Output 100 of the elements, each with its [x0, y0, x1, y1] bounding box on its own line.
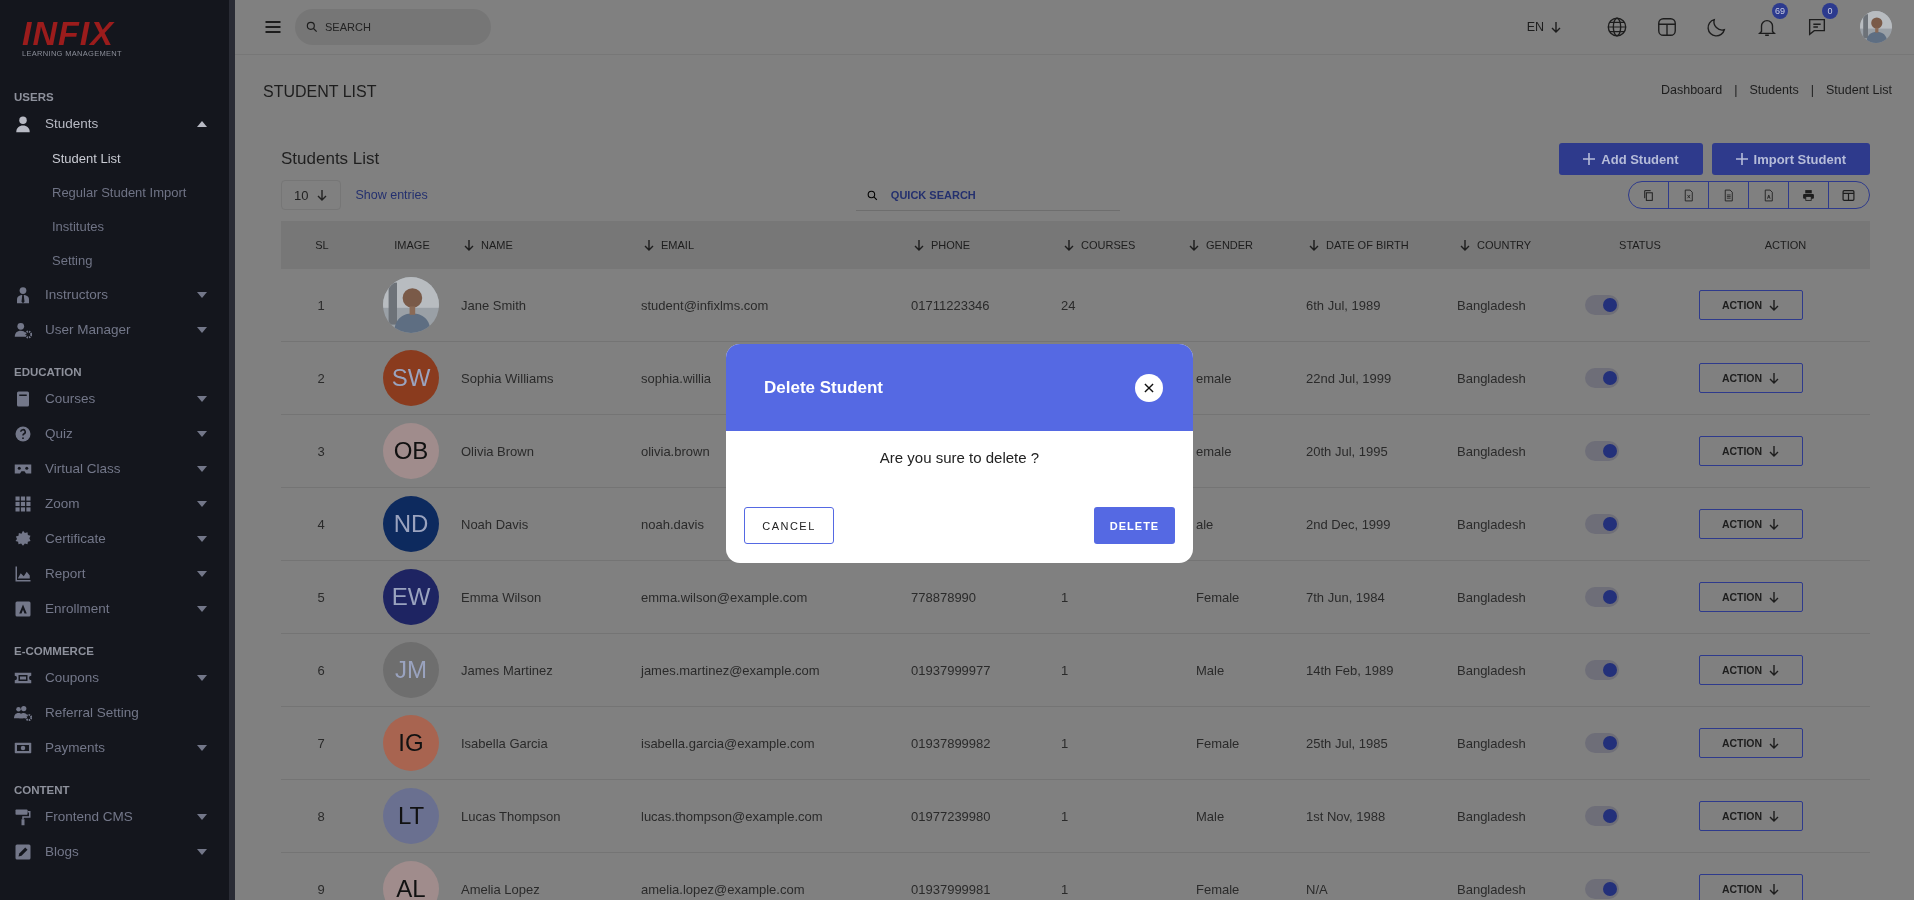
page-title: STUDENT LIST: [263, 83, 377, 101]
sidebar-item[interactable]: Referral Setting: [0, 695, 229, 730]
seal-icon: [14, 529, 32, 548]
caret-icon: [197, 465, 207, 472]
table-cell: Sophia Williams: [461, 370, 554, 386]
breadcrumb-link[interactable]: Dashboard: [1661, 83, 1723, 97]
table-cell: emale: [1196, 443, 1232, 459]
quick-search-field[interactable]: QUICK SEARCH: [855, 179, 1120, 211]
action-button[interactable]: ACTION: [1699, 582, 1803, 612]
column-header[interactable]: NAME: [461, 239, 641, 251]
delete-button[interactable]: DELETE: [1094, 507, 1175, 544]
copy-icon: [1642, 188, 1655, 202]
column-header[interactable]: GENDER: [1186, 239, 1306, 251]
table-cell: 01977239980: [911, 808, 991, 824]
entries-select[interactable]: 10: [281, 180, 342, 210]
table-cell: olivia.brown: [641, 443, 710, 459]
column-header[interactable]: PHONE: [911, 239, 1061, 251]
plus-icon: [1735, 153, 1748, 165]
arrow-down-icon: [1550, 21, 1562, 33]
table-cell: emale: [1196, 370, 1232, 386]
status-toggle[interactable]: [1585, 368, 1619, 388]
document-icon: [1722, 188, 1735, 202]
sort-arrow-icon: [643, 239, 655, 251]
sidebar-item[interactable]: Frontend CMS: [0, 799, 229, 834]
initials-avatar: EW: [383, 569, 439, 625]
sidebar-item[interactable]: Quiz: [0, 416, 229, 451]
action-button[interactable]: ACTION: [1699, 436, 1803, 466]
pencil-box-icon: [14, 842, 32, 861]
sidebar-item[interactable]: Zoom: [0, 486, 229, 521]
initials-avatar: OB: [383, 423, 439, 479]
action-button[interactable]: ACTION: [1699, 363, 1803, 393]
sidebar-item[interactable]: Report: [0, 556, 229, 591]
action-button[interactable]: ACTION: [1699, 290, 1803, 320]
caret-icon: [197, 500, 207, 507]
arrow-down-icon: [1768, 372, 1781, 384]
table-cell: Bangladesh: [1457, 443, 1526, 459]
status-toggle[interactable]: [1585, 879, 1619, 899]
globe-icon: [1606, 16, 1628, 38]
sidebar-item[interactable]: Blogs: [0, 834, 229, 869]
breadcrumb-link[interactable]: Students: [1749, 83, 1799, 97]
status-toggle[interactable]: [1585, 660, 1619, 680]
status-toggle[interactable]: [1585, 514, 1619, 534]
status-toggle[interactable]: [1585, 806, 1619, 826]
column-header[interactable]: COURSES: [1061, 239, 1186, 251]
arrow-down-icon: [1768, 299, 1781, 311]
action-button[interactable]: ACTION: [1699, 801, 1803, 831]
sidebar-subitem[interactable]: Regular Student Import: [0, 175, 229, 209]
column-header[interactable]: DATE OF BIRTH: [1306, 239, 1457, 251]
caret-icon: [197, 605, 207, 612]
table-cell: james.martinez@example.com: [641, 662, 820, 678]
sidebar-item[interactable]: Instructors: [0, 277, 229, 312]
table-cell: Lucas Thompson: [461, 808, 561, 824]
action-button[interactable]: ACTION: [1699, 509, 1803, 539]
user-gear-icon: [14, 320, 32, 339]
caret-icon: [197, 120, 207, 127]
action-button[interactable]: ACTION: [1699, 728, 1803, 758]
status-toggle[interactable]: [1585, 733, 1619, 753]
table-cell: Female: [1196, 589, 1240, 605]
status-toggle[interactable]: [1585, 295, 1619, 315]
caret-icon: [197, 430, 207, 437]
column-header[interactable]: COUNTRY: [1457, 239, 1579, 251]
primary-button[interactable]: Import Student: [1711, 143, 1870, 175]
language-select[interactable]: EN: [1520, 19, 1568, 35]
sidebar-subitem[interactable]: Institutes: [0, 209, 229, 243]
primary-button[interactable]: Add Student: [1559, 143, 1703, 175]
caret-icon: [197, 674, 207, 681]
section-heading: E-COMMERCE: [13, 644, 95, 659]
sidebar-subitem[interactable]: Setting: [0, 243, 229, 277]
table-cell: Male: [1196, 808, 1225, 824]
sidebar-item[interactable]: Enrollment: [0, 591, 229, 626]
columns-icon: [1842, 188, 1856, 202]
status-toggle[interactable]: [1585, 587, 1619, 607]
question-icon: [14, 424, 32, 443]
status-toggle[interactable]: [1585, 441, 1619, 461]
breadcrumb-link[interactable]: Student List: [1826, 83, 1892, 97]
initials-avatar: ND: [383, 496, 439, 552]
table-cell: 01711223346: [911, 297, 990, 313]
action-button[interactable]: ACTION: [1699, 655, 1803, 685]
action-button[interactable]: ACTION: [1699, 874, 1803, 900]
sidebar-item[interactable]: User Manager: [0, 312, 229, 347]
table-cell: 1: [1061, 735, 1069, 751]
plus-icon: [1583, 153, 1596, 165]
chart-icon: [14, 564, 32, 583]
sidebar-item[interactable]: Virtual Class: [0, 451, 229, 486]
cancel-button[interactable]: CANCEL: [744, 507, 834, 544]
caret-icon: [197, 848, 207, 855]
table-cell: Bangladesh: [1457, 808, 1526, 824]
instructor-icon: [14, 285, 32, 304]
moon-icon: [1706, 16, 1728, 38]
table-cell: Bangladesh: [1457, 735, 1526, 751]
table-cell: Female: [1196, 735, 1240, 751]
sidebar-item[interactable]: Students: [0, 106, 229, 141]
sidebar-item[interactable]: Coupons: [0, 660, 229, 695]
sidebar-item[interactable]: Certificate: [0, 521, 229, 556]
sidebar-subitem[interactable]: Student List: [0, 141, 229, 175]
close-button[interactable]: [1135, 373, 1163, 402]
sidebar-item[interactable]: Payments: [0, 730, 229, 765]
search-field[interactable]: SEARCH: [295, 9, 491, 45]
sidebar-item[interactable]: Courses: [0, 381, 229, 416]
column-header[interactable]: EMAIL: [641, 239, 911, 251]
